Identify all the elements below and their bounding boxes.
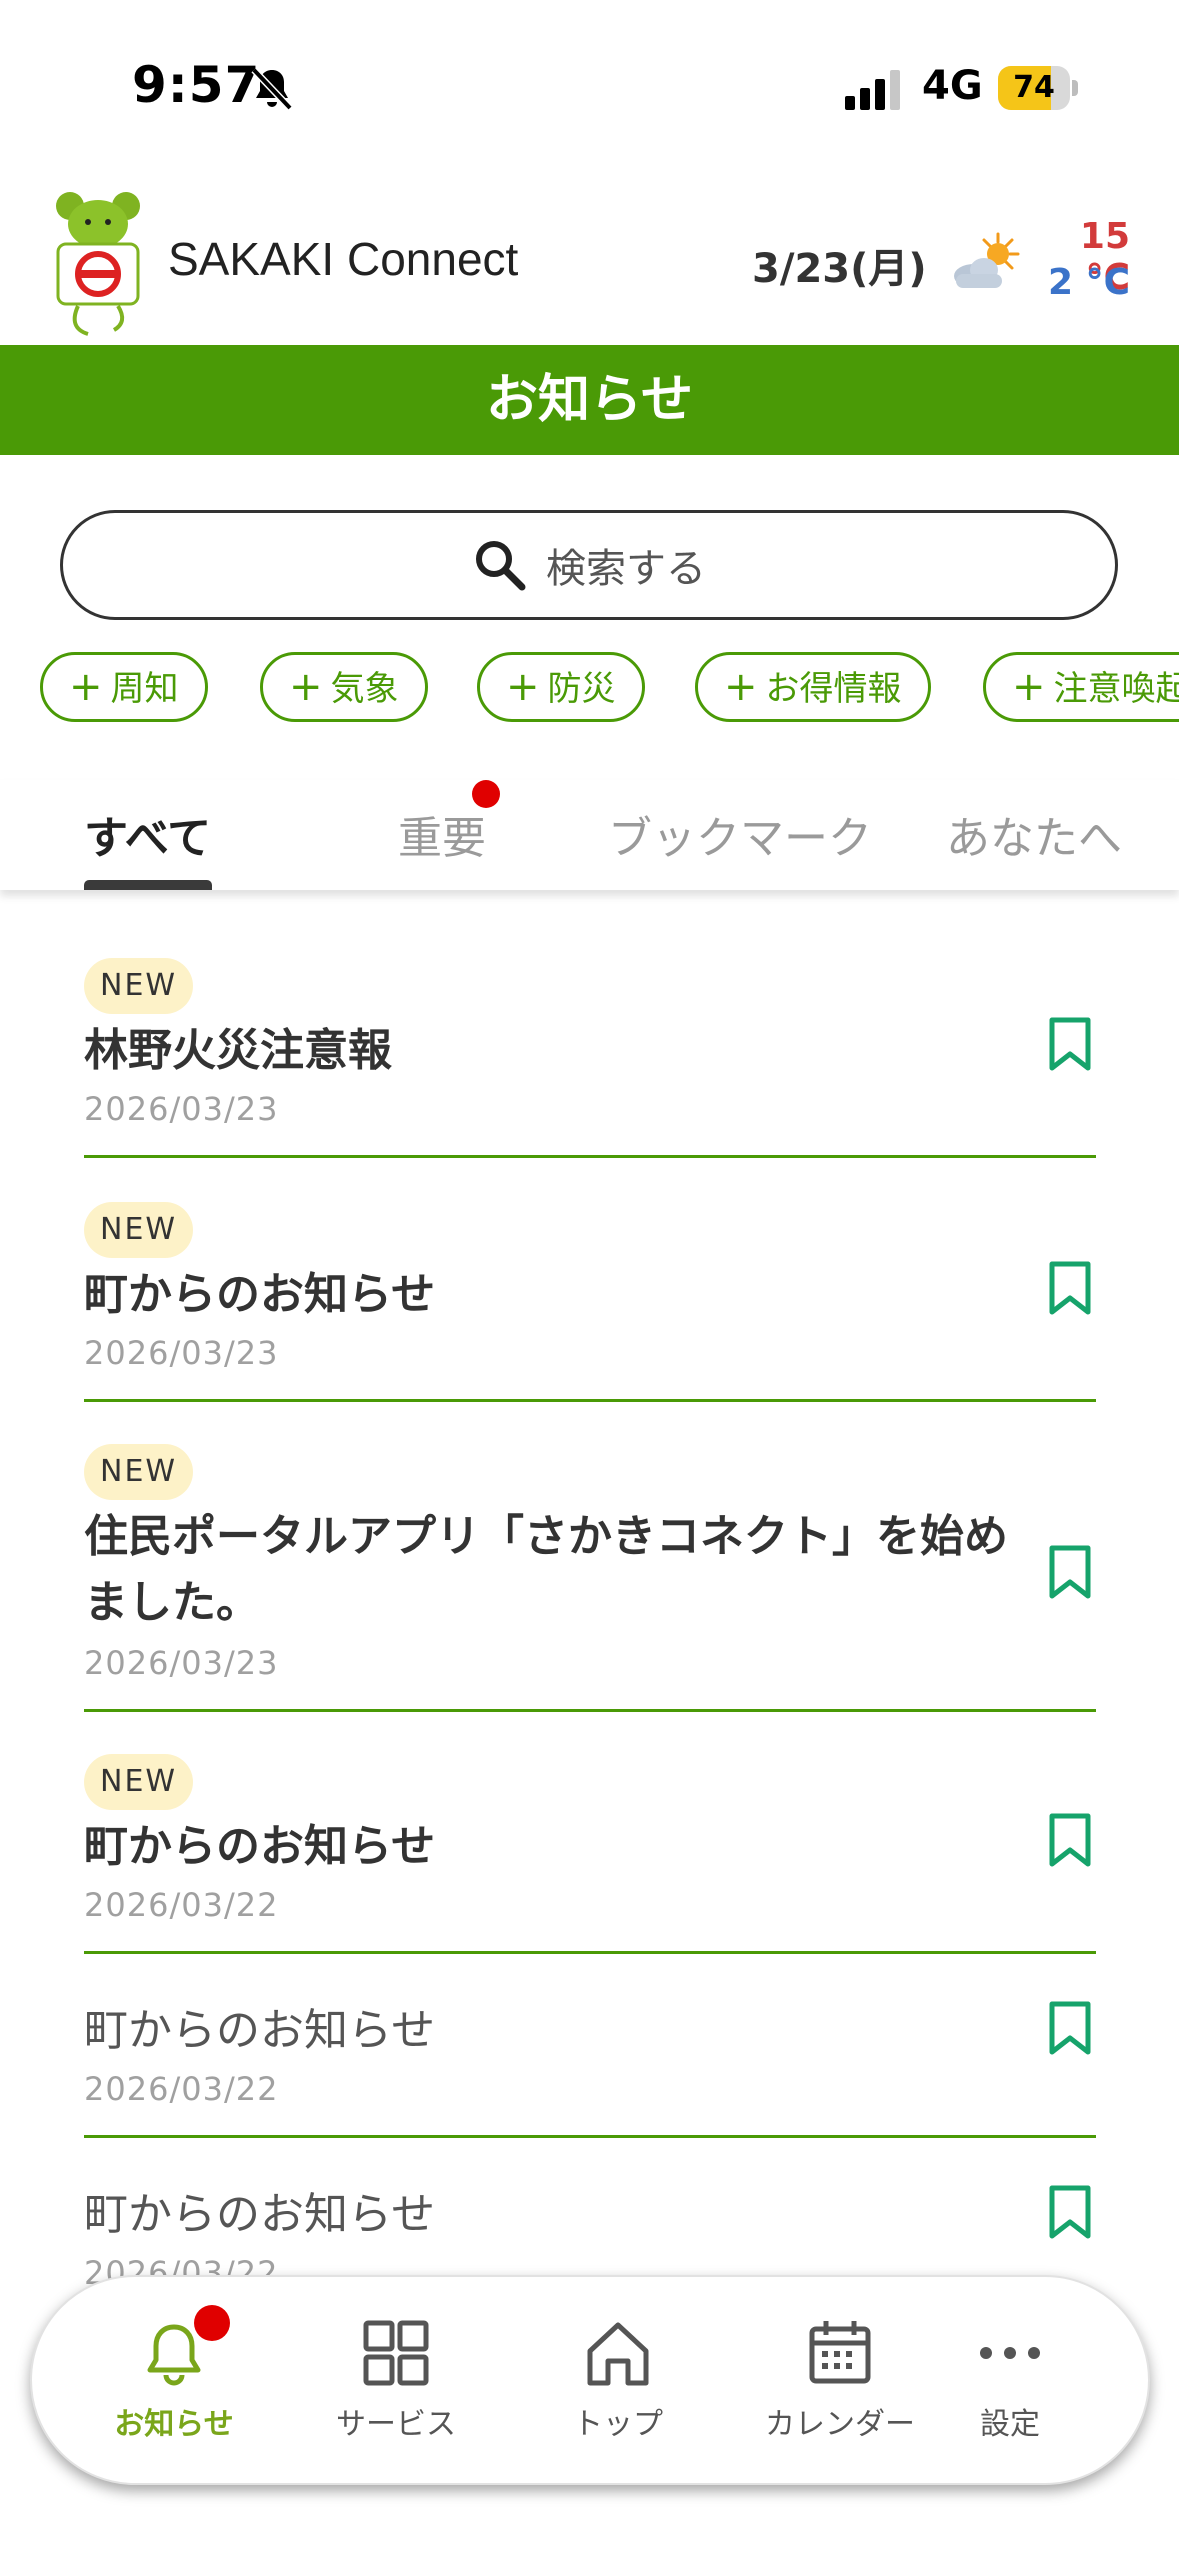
chip-category[interactable]: + 周知 [40,652,208,722]
tab-all[interactable]: すべて [84,802,211,866]
notices-screen: 9:57 4G 74 SAKAKI Connect 3/23(月) 15 °C … [0,0,1179,2556]
bookmark-icon[interactable] [1048,1016,1092,1072]
bookmark-icon[interactable] [1048,2184,1092,2240]
nav-notices[interactable]: お知らせ [74,2277,274,2487]
nav-label: お知らせ [114,2407,234,2442]
news-title: 林野火災注意報 [84,1025,392,1076]
news-date: 2026/03/23 [84,1644,279,1682]
search-input[interactable]: 検索する [60,510,1118,620]
header-date: 3/23(月) [752,246,927,292]
new-badge: NEW [84,958,194,1014]
nav-top[interactable]: トップ [518,2277,718,2487]
chip-category[interactable]: + 防災 [477,652,645,722]
new-badge: NEW [84,1202,194,1258]
more-dots-icon [980,2347,1040,2359]
signal-icon [845,70,900,110]
bookmark-icon[interactable] [1048,1260,1092,1316]
news-title: 町からのお知らせ [84,1821,436,1872]
chip-category[interactable]: + 気象 [260,652,428,722]
home-icon [587,2322,649,2386]
list-item[interactable]: NEW 町からのお知らせ 2026/03/22 [84,1754,1096,1954]
list-item[interactable]: NEW 住民ポータルアプリ「さかきコネクト」を始めました。 2026/03/23 [84,1444,1096,1712]
page-title: お知らせ [486,370,693,430]
page-title-bar: お知らせ [0,345,1179,455]
calendar-icon [809,2321,871,2384]
plus-icon: + [724,664,758,710]
notice-tabs: すべて 重要 ブックマーク あなたへ [0,780,1179,890]
grid-icon [363,2320,429,2386]
mascot-logo-icon [56,192,140,336]
news-list: NEW 林野火災注意報 2026/03/23 NEW 町からのお知らせ 2026… [0,890,1179,2290]
news-title: 住民ポータルアプリ「さかきコネクト」を始めました。 [84,1511,1008,1628]
bottom-navigation: お知らせ サービス トップ カレンダー 設定 [30,2275,1150,2485]
tab-for-you[interactable]: あなたへ [946,802,1122,866]
news-date: 2026/03/22 [84,2070,279,2108]
list-item[interactable]: NEW 林野火災注意報 2026/03/23 [84,958,1096,1158]
app-name: SAKAKI Connect [168,233,519,285]
news-title: 町からのお知らせ [84,2005,436,2056]
tab-important[interactable]: 重要 [398,802,486,866]
status-time: 9:57 [132,56,261,114]
tab-bookmark[interactable]: ブックマーク [608,802,872,866]
search-placeholder: 検索する [546,546,706,592]
app-header: SAKAKI Connect 3/23(月) 15 °C 2 °C [0,180,1179,345]
search-icon [476,541,526,591]
plus-icon: + [69,664,103,710]
list-item[interactable]: 町からのお知らせ 2026/03/22 [84,2142,1096,2290]
nav-settings[interactable]: 設定 [910,2277,1110,2487]
bookmark-icon[interactable] [1048,2000,1092,2056]
bookmark-icon[interactable] [1048,1544,1092,1600]
list-item[interactable]: 町からのお知らせ 2026/03/22 [84,1958,1096,2138]
nav-label: 設定 [980,2407,1040,2442]
bell-off-icon [251,67,293,111]
news-date: 2026/03/23 [84,1090,279,1128]
tab-active-indicator [84,880,212,890]
status-bar: 9:57 4G 74 [0,0,1179,170]
bookmark-icon[interactable] [1048,1812,1092,1868]
news-date: 2026/03/22 [84,1886,279,1924]
temp-low: 2 °C [1047,262,1130,303]
chip-category[interactable]: + 注意喚起 [983,652,1179,722]
news-title: 町からのお知らせ [84,2189,436,2240]
partly-cloudy-icon [954,232,1020,288]
plus-icon: + [506,664,540,710]
battery-level: 74 [1013,70,1055,105]
nav-label: サービス [336,2407,456,2442]
network-type: 4G [922,63,983,109]
plus-icon: + [1012,664,1046,710]
list-item[interactable]: NEW 町からのお知らせ 2026/03/23 [84,1202,1096,1402]
plus-icon: + [289,664,323,710]
important-unread-badge [472,780,500,808]
notification-badge [194,2305,230,2341]
new-badge: NEW [84,1444,194,1500]
new-badge: NEW [84,1754,194,1810]
battery-icon: 74 [998,66,1078,110]
chip-category[interactable]: + お得情報 [695,652,931,722]
news-title: 町からのお知らせ [84,1269,436,1320]
nav-services[interactable]: サービス [296,2277,496,2487]
nav-label: トップ [573,2407,663,2442]
news-date: 2026/03/23 [84,1334,279,1372]
category-chips: + 周知 + 気象 + 防災 + お得情報 + 注意喚起 [40,652,1179,726]
